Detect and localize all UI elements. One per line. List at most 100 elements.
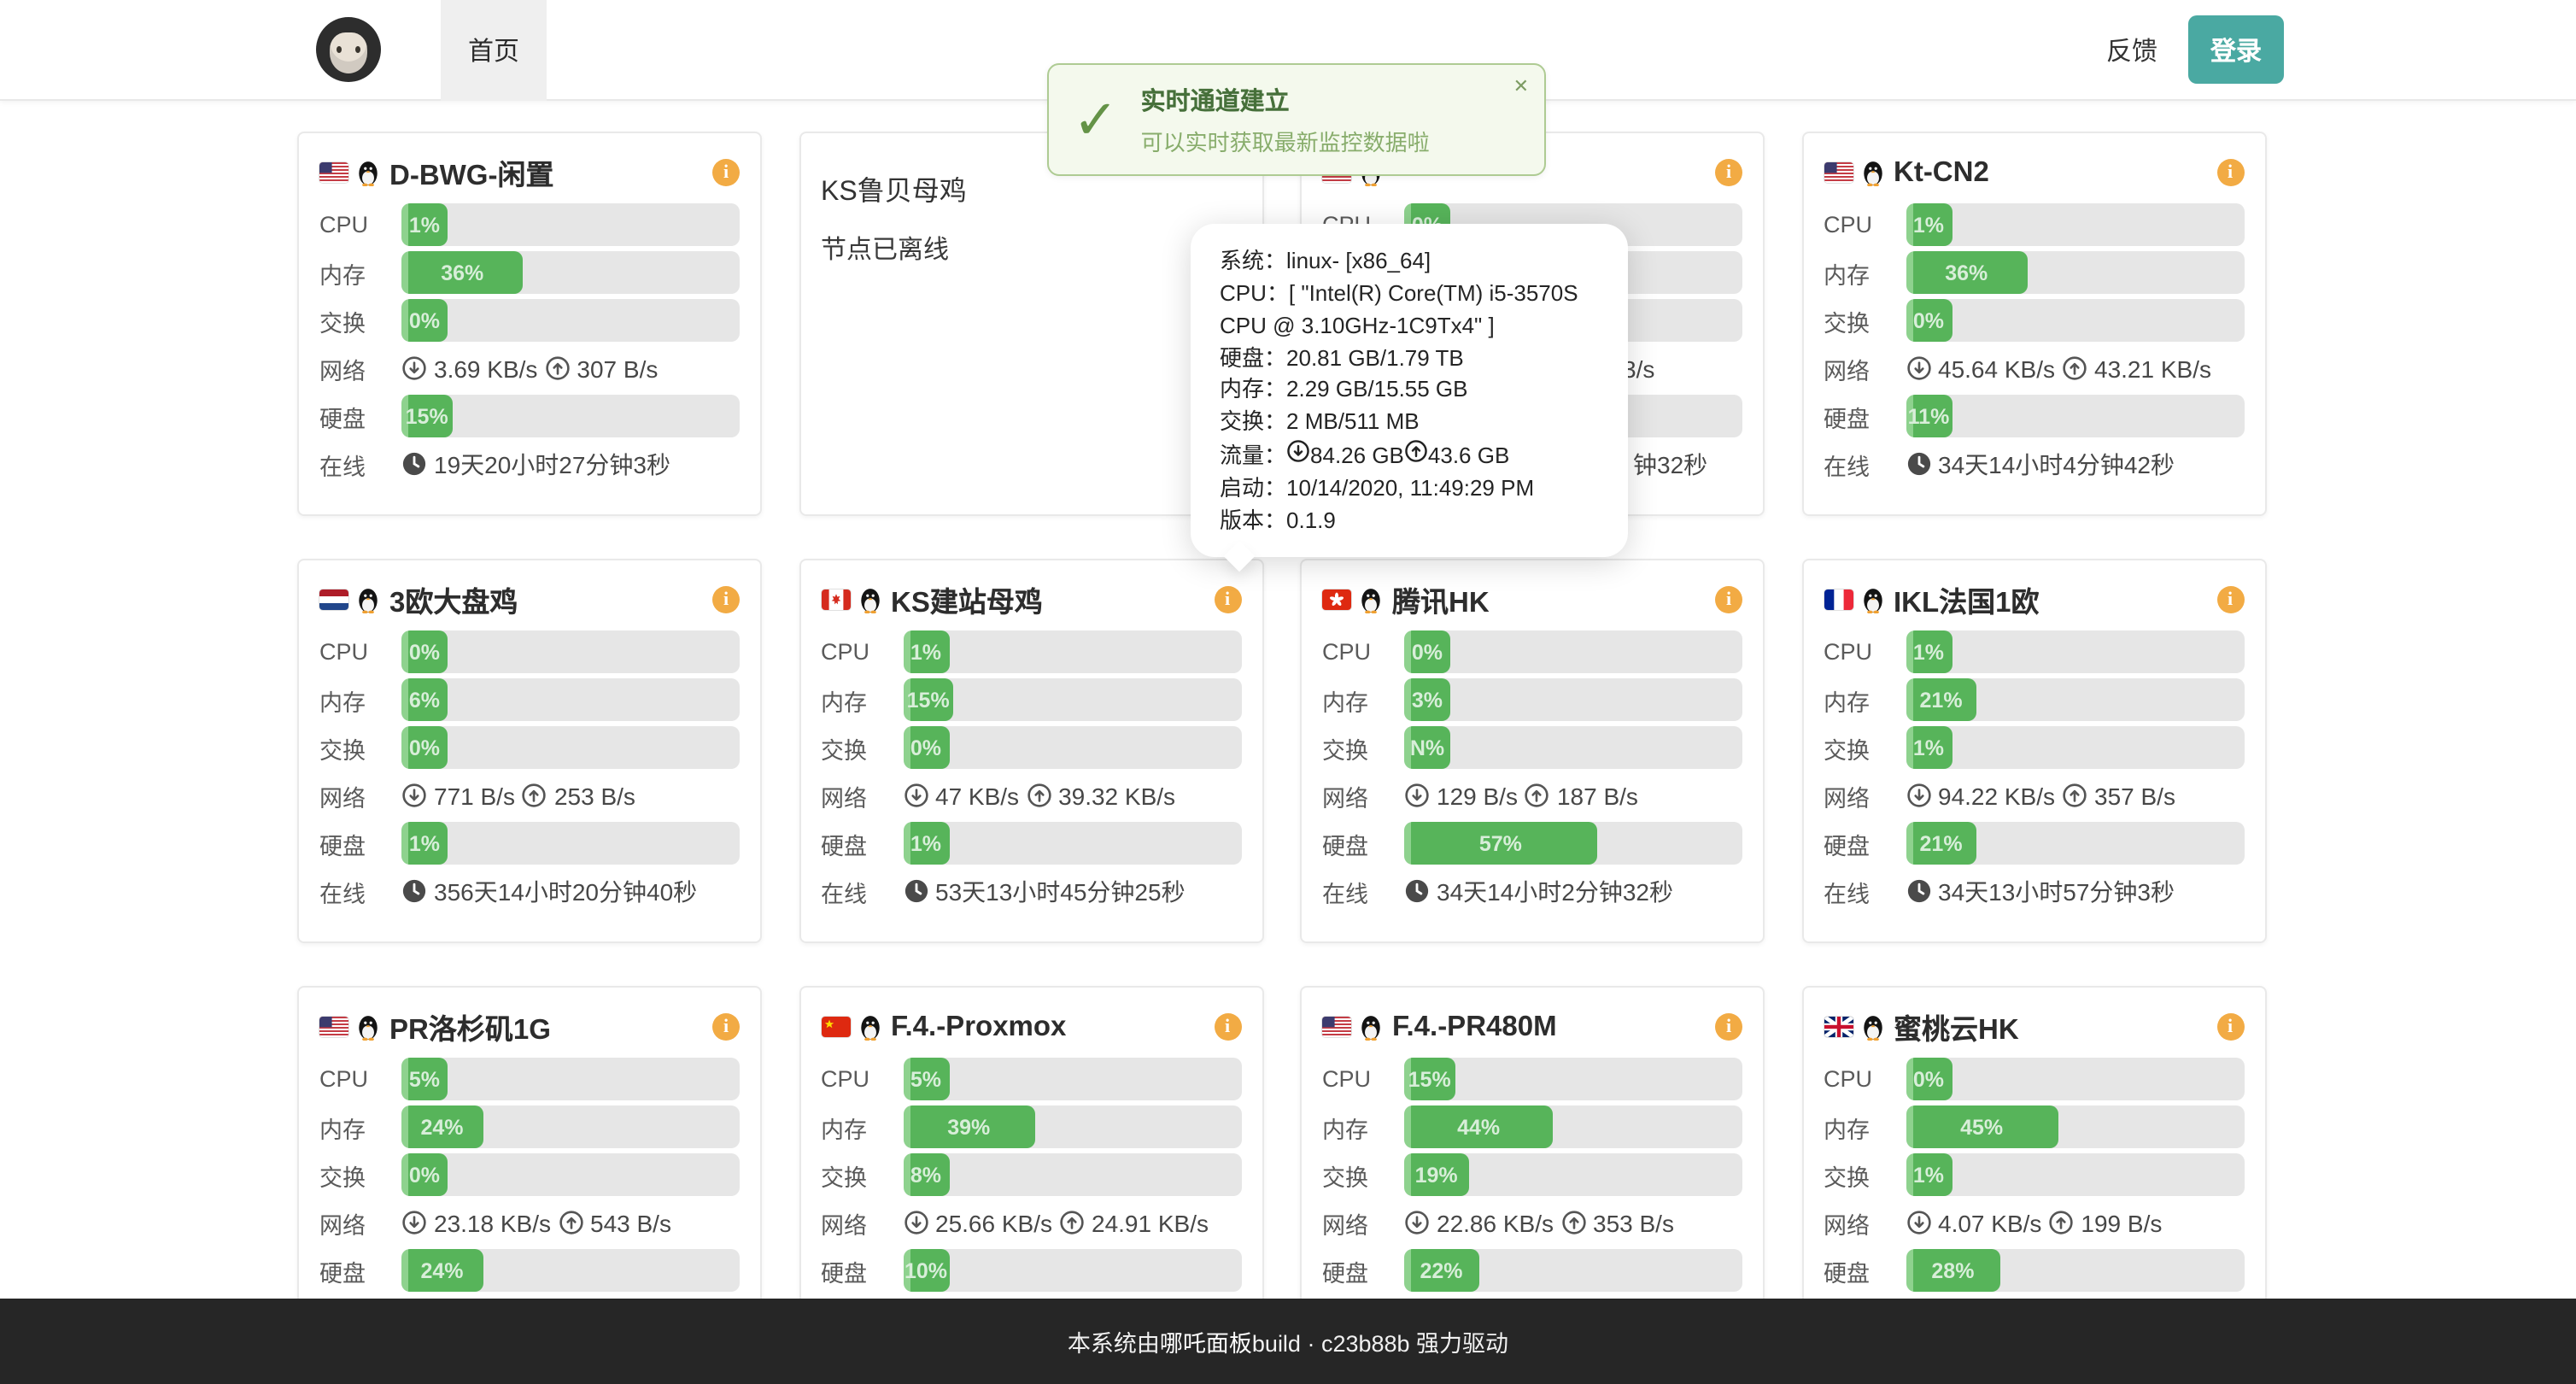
info-icon[interactable]: i: [712, 586, 740, 613]
disk-progress-fill: 28%: [1906, 1249, 2000, 1292]
upload-arrow-icon: [1525, 783, 1550, 808]
upload-speed: 307 B/s: [577, 355, 658, 382]
swap-label: 交换: [821, 1158, 903, 1192]
mem-progressbar: 24%: [401, 1105, 740, 1148]
upload-speed: 353 B/s: [1593, 1209, 1674, 1236]
tooltip-row: 硬盘：20.81 GB/1.79 TB: [1220, 343, 1599, 375]
upload-arrow-icon: [1026, 783, 1051, 808]
download-arrow-icon: [1906, 783, 1931, 808]
mem-progress-fill: 21%: [1906, 678, 1976, 721]
country-flag-icon: [821, 1017, 850, 1037]
uptime-label: 在线: [1824, 447, 1906, 481]
mem-progress-fill: 6%: [401, 678, 448, 721]
swap-progressbar: 1%: [1906, 1153, 2244, 1196]
nezha-panel-link[interactable]: 哪吒面板: [1160, 1324, 1252, 1358]
mem-progressbar: 36%: [1906, 251, 2244, 294]
tooltip-row: CPU：[ "Intel(R) Core(TM) i5-3570S CPU @ …: [1220, 279, 1599, 343]
download-speed: 23.18 KB/s: [434, 1209, 551, 1236]
tooltip-row-label: 版本：: [1220, 507, 1286, 533]
swap-progress-fill: 0%: [401, 1153, 448, 1196]
info-icon[interactable]: i: [2216, 159, 2244, 186]
cpu-progressbar: 0%: [401, 630, 740, 673]
uptime-text: 34天13小时57分钟3秒: [1938, 874, 2175, 908]
cpu-progress-fill: 1%: [1906, 203, 1952, 246]
disk-label: 硬盘: [319, 1253, 401, 1287]
disk-progressbar: 15%: [401, 395, 740, 437]
tooltip-row-value: 2 MB/511 MB: [1286, 408, 1420, 434]
toast-title: 实时通道建立: [1141, 82, 1430, 118]
linux-penguin-icon: [357, 587, 379, 613]
linux-penguin-icon: [1360, 587, 1382, 613]
disk-label: 硬盘: [1824, 826, 1906, 860]
disk-row: 硬盘 28%: [1824, 1249, 2244, 1292]
swap-progress-fill: 0%: [903, 726, 949, 769]
download-speed: 771 B/s: [434, 782, 515, 809]
cpu-percent: 0%: [1412, 640, 1443, 664]
info-icon[interactable]: i: [2216, 1013, 2244, 1041]
uptime-value: 34天14小时2分钟32秒: [1404, 874, 1673, 908]
net-row: 网络 25.66 KB/s 24.91 KB/s: [821, 1201, 1241, 1244]
upload-speed: 199 B/s: [2081, 1209, 2162, 1236]
net-value: 771 B/s 253 B/s: [401, 782, 635, 809]
cpu-progress-fill: 0%: [1906, 1058, 1952, 1100]
disk-label: 硬盘: [319, 399, 401, 433]
mem-percent: 21%: [1920, 688, 1963, 712]
close-icon[interactable]: ✕: [1513, 75, 1529, 97]
upload-arrow-icon: [558, 1210, 583, 1235]
login-button[interactable]: 登录: [2188, 15, 2284, 84]
info-icon[interactable]: i: [1715, 159, 1742, 186]
mem-label: 内存: [1824, 1110, 1906, 1144]
uptime-label: 在线: [821, 874, 903, 908]
mem-percent: 6%: [409, 688, 440, 712]
uptime-row: 在线 34天14小时2分钟32秒: [1322, 870, 1742, 912]
site-logo-avatar[interactable]: [316, 17, 381, 82]
net-value: 129 B/s 187 B/s: [1404, 782, 1638, 809]
disk-progressbar: 1%: [401, 822, 740, 865]
mem-row: 内存 44%: [1322, 1105, 1742, 1148]
swap-percent: 0%: [1913, 308, 1944, 332]
cpu-progressbar: 0%: [1404, 630, 1742, 673]
cpu-progress-fill: 1%: [401, 203, 448, 246]
disk-row: 硬盘 57%: [1322, 822, 1742, 865]
disk-progress-fill: 21%: [1906, 822, 1976, 865]
info-icon[interactable]: i: [1715, 586, 1742, 613]
disk-percent: 15%: [406, 404, 448, 428]
info-icon[interactable]: i: [2216, 586, 2244, 613]
linux-penguin-icon: [1360, 1014, 1382, 1040]
disk-row: 硬盘 15%: [319, 395, 740, 437]
disk-progress-fill: 1%: [401, 822, 448, 865]
uptime-text: 34天14小时2分钟32秒: [1437, 874, 1673, 908]
mem-percent: 3%: [1412, 688, 1443, 712]
swap-row: 交换 0%: [319, 1153, 740, 1196]
swap-label: 交换: [821, 730, 903, 765]
cpu-row: CPU 0%: [1824, 1058, 2244, 1100]
info-icon[interactable]: i: [712, 1013, 740, 1041]
swap-percent: N%: [1410, 736, 1444, 759]
cpu-label: CPU: [1824, 1066, 1906, 1092]
cpu-progressbar: 15%: [1404, 1058, 1742, 1100]
upload-speed: 357 B/s: [2094, 782, 2175, 809]
swap-progress-fill: 1%: [1906, 1153, 1952, 1196]
upload-speed: 39.32 KB/s: [1058, 782, 1175, 809]
net-label: 网络: [821, 778, 903, 812]
mem-row: 内存 36%: [1824, 251, 2244, 294]
info-icon[interactable]: i: [1715, 1013, 1742, 1041]
info-icon[interactable]: i: [712, 159, 740, 186]
country-flag-icon: [1824, 1017, 1853, 1037]
download-arrow-icon: [1404, 1210, 1430, 1235]
mem-progressbar: 44%: [1404, 1105, 1742, 1148]
country-flag-icon: [319, 162, 348, 183]
disk-row: 硬盘 21%: [1824, 822, 2244, 865]
disk-label: 硬盘: [319, 826, 401, 860]
info-icon[interactable]: i: [1214, 1013, 1241, 1041]
uptime-row: 在线 19天20小时27分钟3秒: [319, 443, 740, 485]
net-row: 网络 94.22 KB/s 357 B/s: [1824, 774, 2244, 817]
disk-progress-fill: 22%: [1404, 1249, 1478, 1292]
nav-feedback-link[interactable]: 反馈: [2077, 0, 2187, 101]
disk-percent: 1%: [409, 831, 440, 855]
disk-percent: 24%: [420, 1258, 463, 1282]
info-icon[interactable]: i: [1214, 586, 1241, 613]
nav-tab-home[interactable]: 首页: [441, 0, 547, 101]
server-name: IKL法国1欧: [1894, 579, 2040, 620]
mem-row: 内存 45%: [1824, 1105, 2244, 1148]
